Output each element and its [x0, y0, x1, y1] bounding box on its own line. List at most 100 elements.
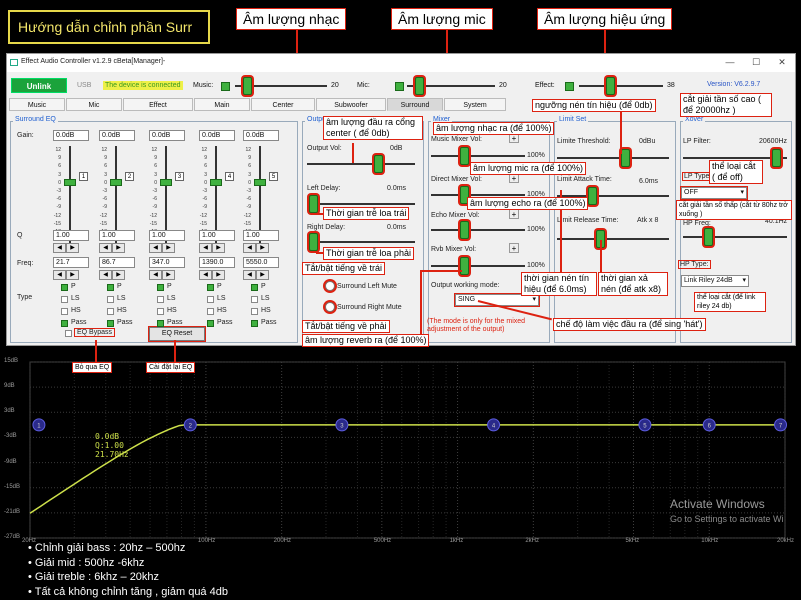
tab-center[interactable]: Center [251, 98, 315, 111]
eq-type-checkbox[interactable] [157, 308, 164, 315]
eq-type-checkbox[interactable] [107, 284, 114, 291]
freq-stepper[interactable]: ◀ ▶ [149, 270, 177, 280]
minimize-icon[interactable]: — [723, 57, 737, 67]
eq-type-checkbox[interactable] [61, 308, 68, 315]
echo-mixer-slider[interactable] [431, 221, 525, 239]
eq-gain-field[interactable]: 0.0dB [243, 130, 279, 141]
surround-right-mute-radio[interactable] [325, 302, 335, 312]
arrow-left-icon[interactable]: ◀ [243, 243, 256, 253]
eq-type-checkbox[interactable] [207, 308, 214, 315]
eq-freq-field[interactable]: 5550.0 [243, 257, 279, 268]
eq-type-checkbox[interactable] [107, 320, 114, 327]
arrow-right-icon[interactable]: ▶ [162, 270, 175, 280]
tab-subwoofer[interactable]: Subwoofer [316, 98, 386, 111]
freq-stepper[interactable]: ◀ ▶ [199, 270, 227, 280]
eq-type-checkbox[interactable] [157, 296, 164, 303]
eq-q-field[interactable]: 1.00 [149, 230, 185, 241]
arrow-left-icon[interactable]: ◀ [99, 243, 112, 253]
tab-surround[interactable]: Surround [387, 98, 443, 111]
tab-main[interactable]: Main [194, 98, 250, 111]
arrow-right-icon[interactable]: ▶ [66, 270, 79, 280]
eq-type-checkbox[interactable] [251, 284, 258, 291]
arrow-left-icon[interactable]: ◀ [243, 270, 256, 280]
lp-filter-value: 20600Hz [759, 138, 788, 145]
arrow-left-icon[interactable]: ◀ [199, 270, 212, 280]
q-stepper[interactable]: ◀ ▶ [53, 243, 81, 253]
output-volume-slider[interactable] [307, 155, 415, 173]
freq-stepper[interactable]: ◀ ▶ [53, 270, 81, 280]
hp-freq-slider[interactable] [683, 228, 787, 246]
mic-mute-toggle[interactable] [395, 82, 404, 91]
arrow-right-icon[interactable]: ▶ [212, 243, 225, 253]
eq-freq-field[interactable]: 21.7 [53, 257, 89, 268]
eq-type-checkbox[interactable] [251, 308, 258, 315]
tab-system[interactable]: System [444, 98, 506, 111]
eq-type-checkbox[interactable] [61, 320, 68, 327]
music-mute-toggle[interactable] [221, 82, 230, 91]
arrow-left-icon[interactable]: ◀ [53, 243, 66, 253]
rvb-mixer-slider[interactable] [431, 257, 525, 275]
eq-bypass-checkbox[interactable] [65, 330, 72, 337]
release-slider[interactable] [557, 230, 669, 248]
hp-type-select[interactable]: Link Riley 24dB [681, 275, 749, 287]
eq-q-field[interactable]: 1.00 [243, 230, 279, 241]
freq-stepper[interactable]: ◀ ▶ [243, 270, 271, 280]
eq-freq-field[interactable]: 1390.0 [199, 257, 235, 268]
eq-type-checkbox[interactable] [107, 308, 114, 315]
arrow-right-icon[interactable]: ▶ [256, 270, 269, 280]
arrow-left-icon[interactable]: ◀ [149, 270, 162, 280]
eq-type-checkbox[interactable] [157, 320, 164, 327]
arrow-right-icon[interactable]: ▶ [112, 243, 125, 253]
tab-music[interactable]: Music [9, 98, 65, 111]
eq-q-field[interactable]: 1.00 [53, 230, 89, 241]
eq-gain-field[interactable]: 0.0dB [199, 130, 235, 141]
tab-effect[interactable]: Effect [123, 98, 193, 111]
eq-type-checkbox[interactable] [61, 296, 68, 303]
eq-q-field[interactable]: 1.00 [199, 230, 235, 241]
effect-mute-toggle[interactable] [565, 82, 574, 91]
arrow-left-icon[interactable]: ◀ [53, 270, 66, 280]
surround-left-mute-radio[interactable] [325, 281, 335, 291]
echo-mixer-plus-button[interactable]: + [509, 209, 519, 219]
effect-volume-slider[interactable] [579, 77, 663, 95]
eq-type-checkbox[interactable] [157, 284, 164, 291]
tab-mic[interactable]: Mic [66, 98, 122, 111]
eq-type-checkbox[interactable] [61, 284, 68, 291]
rvb-mixer-plus-button[interactable]: + [509, 243, 519, 253]
q-stepper[interactable]: ◀ ▶ [149, 243, 177, 253]
unlink-button[interactable]: Unlink [11, 78, 67, 93]
eq-gain-field[interactable]: 0.0dB [53, 130, 89, 141]
annotation-lp-type: thể loại cắt ( để off) [709, 160, 763, 184]
q-stepper[interactable]: ◀ ▶ [243, 243, 271, 253]
eq-q-field[interactable]: 1.00 [99, 230, 135, 241]
eq-type-checkbox[interactable] [207, 296, 214, 303]
eq-reset-button[interactable]: EQ Reset [149, 327, 205, 341]
music-volume-slider[interactable] [235, 77, 327, 95]
eq-x-tick: 1kHz [449, 538, 464, 544]
eq-gain-field[interactable]: 0.0dB [99, 130, 135, 141]
close-icon[interactable]: ✕ [775, 57, 789, 68]
arrow-left-icon[interactable]: ◀ [149, 243, 162, 253]
arrow-right-icon[interactable]: ▶ [212, 270, 225, 280]
q-stepper[interactable]: ◀ ▶ [99, 243, 127, 253]
eq-freq-field[interactable]: 347.0 [149, 257, 185, 268]
eq-scale-tick: 3 [104, 171, 107, 178]
eq-type-checkbox[interactable] [207, 320, 214, 327]
freq-stepper[interactable]: ◀ ▶ [99, 270, 127, 280]
eq-type-checkbox[interactable] [251, 296, 258, 303]
q-stepper[interactable]: ◀ ▶ [199, 243, 227, 253]
eq-freq-field[interactable]: 86.7 [99, 257, 135, 268]
mic-volume-slider[interactable] [407, 77, 495, 95]
arrow-right-icon[interactable]: ▶ [66, 243, 79, 253]
eq-type-checkbox[interactable] [207, 284, 214, 291]
eq-type-checkbox[interactable] [107, 296, 114, 303]
arrow-right-icon[interactable]: ▶ [112, 270, 125, 280]
arrow-right-icon[interactable]: ▶ [162, 243, 175, 253]
maximize-icon[interactable]: ☐ [749, 57, 763, 68]
arrow-left-icon[interactable]: ◀ [99, 270, 112, 280]
arrow-right-icon[interactable]: ▶ [256, 243, 269, 253]
eq-gain-field[interactable]: 0.0dB [149, 130, 185, 141]
arrow-left-icon[interactable]: ◀ [199, 243, 212, 253]
eq-type-checkbox[interactable] [251, 320, 258, 327]
lp-type-select[interactable]: OFF [681, 187, 747, 199]
